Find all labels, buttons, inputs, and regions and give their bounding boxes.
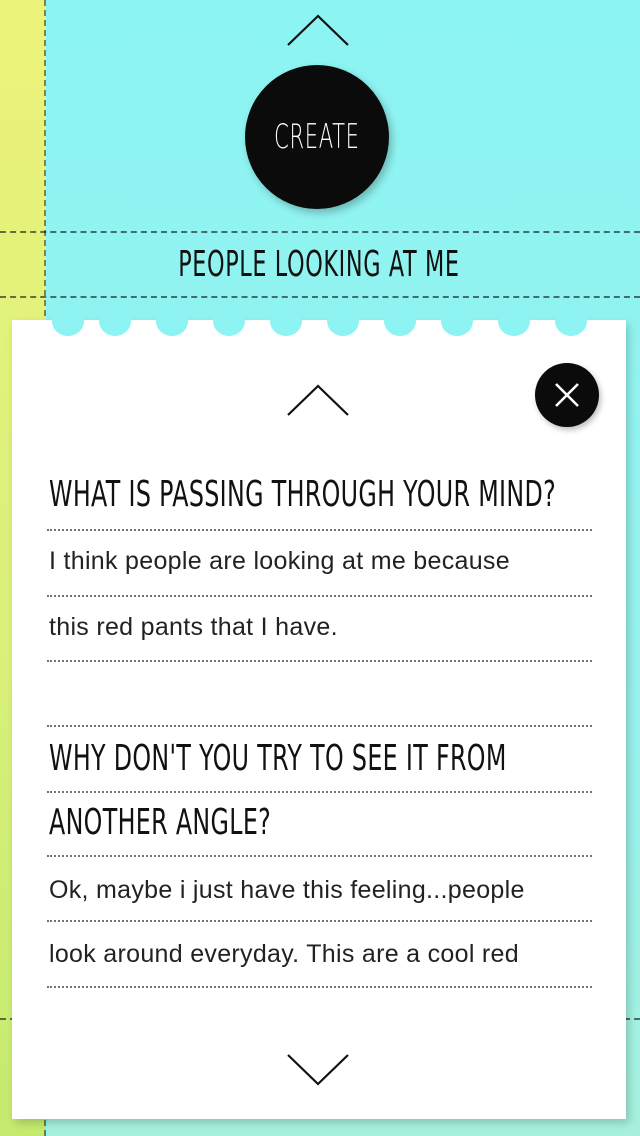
ruled-line [47, 725, 592, 727]
scallop [156, 306, 188, 336]
chevron-down-icon [287, 1054, 349, 1086]
close-button[interactable] [535, 363, 599, 427]
scallop [441, 306, 473, 336]
question-2-line-1: WHY DON'T YOU TRY TO SEE IT FROM [49, 738, 507, 779]
answer-1-line-2[interactable]: this red pants that I have. [49, 613, 338, 642]
ruled-line [47, 986, 592, 988]
thought-card [12, 306, 626, 1119]
thought-title: PEOPLE LOOKING AT ME [177, 243, 460, 285]
scallop [327, 306, 359, 336]
scroll-up-button[interactable] [286, 14, 350, 46]
create-button-label: CREATE [274, 117, 360, 157]
card-scroll-up-button[interactable] [286, 384, 350, 416]
card-scroll-down-button[interactable] [286, 1054, 350, 1086]
ruled-line [47, 529, 592, 531]
scallop [270, 306, 302, 336]
scallop [52, 306, 84, 336]
question-1: WHAT IS PASSING THROUGH YOUR MIND? [49, 474, 557, 515]
scallop [555, 306, 587, 336]
create-button[interactable]: CREATE [245, 65, 389, 209]
question-2-line-2: ANOTHER ANGLE? [49, 802, 272, 843]
scallop [498, 306, 530, 336]
ruled-line [47, 791, 592, 793]
ruled-line [47, 920, 592, 922]
chevron-up-icon [287, 14, 349, 46]
answer-1-line-1[interactable]: I think people are looking at me because [49, 547, 510, 576]
chevron-up-icon [287, 384, 349, 416]
scallop [99, 306, 131, 336]
ruled-line [47, 660, 592, 662]
answer-2-line-2[interactable]: look around everyday. This are a cool re… [49, 940, 519, 969]
ruled-line [47, 855, 592, 857]
scallop [213, 306, 245, 336]
divider [0, 296, 640, 298]
thought-title-band[interactable]: PEOPLE LOOKING AT ME [47, 232, 640, 296]
close-icon [555, 383, 579, 407]
answer-2-line-1[interactable]: Ok, maybe i just have this feeling...peo… [49, 876, 525, 905]
ruled-line [47, 595, 592, 597]
scallop [384, 306, 416, 336]
